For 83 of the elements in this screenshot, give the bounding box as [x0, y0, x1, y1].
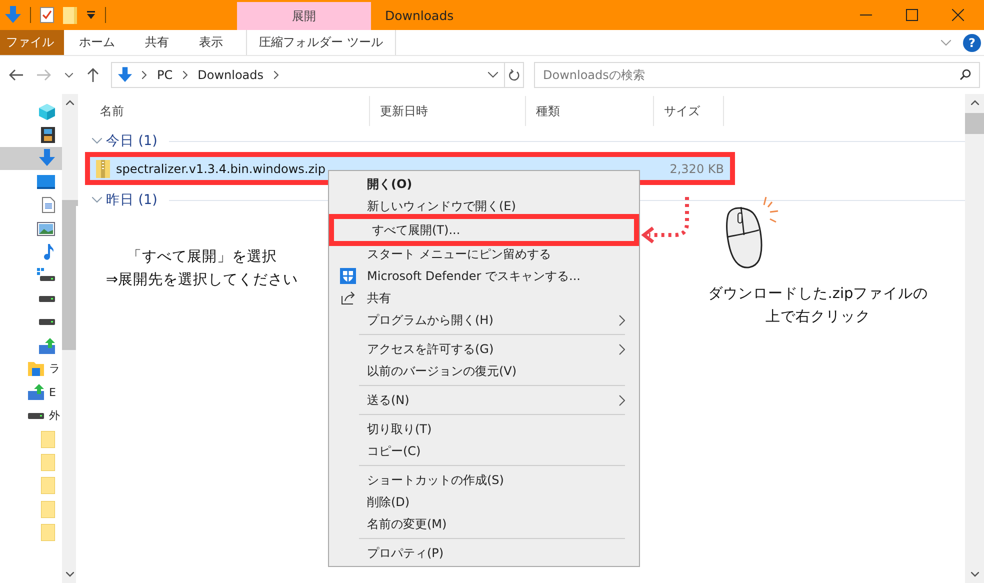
- ribbon-tab[interactable]: 圧縮フォルダー ツール: [246, 30, 396, 55]
- breadcrumb-chevron-icon[interactable]: [274, 71, 279, 79]
- window-title: Downloads: [384, 6, 454, 24]
- library-folder-icon: [28, 362, 44, 376]
- instruction-text: ダウンロードした.zipファイルの 上で右クリック: [706, 285, 930, 327]
- group-header[interactable]: 今日 (1): [106, 132, 158, 150]
- history-chevron-icon[interactable]: [65, 72, 73, 78]
- menu-item[interactable]: 送る(N): [329, 389, 639, 411]
- breadcrumb-chevron-icon[interactable]: [142, 71, 147, 79]
- menu-item[interactable]: アクセスを許可する(G): [329, 338, 639, 360]
- menu-item[interactable]: 切り取り(T): [329, 418, 639, 440]
- scroll-up-icon[interactable]: [66, 100, 74, 105]
- share-icon: [340, 291, 356, 305]
- maximize-icon[interactable]: [906, 9, 918, 21]
- search-icon: [960, 69, 971, 80]
- folder-icon: [41, 430, 55, 448]
- instruction-text: 「すべて展開」を選択 ⇒展開先を選択してください: [104, 248, 300, 290]
- breadcrumb[interactable]: PC: [157, 68, 173, 82]
- picture-icon: [37, 222, 55, 236]
- menu-item[interactable]: 名前の変更(M): [329, 513, 639, 535]
- document-icon: [42, 197, 55, 214]
- menu-item[interactable]: Microsoft Defender でスキャンする...: [329, 265, 639, 287]
- nav-item[interactable]: E: [0, 380, 62, 404]
- scrollbar[interactable]: [965, 94, 984, 583]
- drive-icon: [39, 319, 55, 326]
- checklist-icon[interactable]: [40, 7, 54, 23]
- folder-icon: [41, 454, 55, 472]
- breadcrumb-chevron-icon[interactable]: [182, 71, 188, 79]
- file-size: 2,320 KB: [670, 162, 724, 176]
- ribbon-tab[interactable]: ホーム: [64, 30, 130, 55]
- menu-item[interactable]: ショートカットの作成(S): [329, 469, 639, 491]
- column-header[interactable]: 名前: [90, 96, 370, 126]
- chevron-down-icon[interactable]: [488, 72, 498, 78]
- drive-icon: [39, 296, 55, 302]
- menu-item[interactable]: 新しいウィンドウで開く(E): [329, 195, 639, 217]
- menu-item[interactable]: コピー(C): [329, 440, 639, 462]
- ribbon-tab[interactable]: 表示: [184, 30, 238, 55]
- scroll-down-icon[interactable]: [970, 572, 978, 577]
- menu-item[interactable]: すべて展開(T)...: [329, 214, 639, 246]
- scroll-up-icon[interactable]: [970, 100, 978, 105]
- scroll-thumb[interactable]: [965, 113, 984, 134]
- search-field[interactable]: Downloadsの検索: [534, 62, 980, 88]
- column-header[interactable]: サイズ: [654, 96, 724, 126]
- folder-icon: [41, 477, 55, 494]
- address-bar[interactable]: PC Downloads: [111, 62, 505, 88]
- menu-item[interactable]: 削除(D): [329, 491, 639, 513]
- zip-folder-icon: [96, 160, 110, 178]
- menu-item[interactable]: プログラムから開く(H): [329, 309, 639, 331]
- menu-item[interactable]: 共有: [329, 287, 639, 309]
- up-arrow-icon[interactable]: [87, 68, 99, 82]
- scrollbar[interactable]: [62, 94, 78, 583]
- cube-icon: [39, 104, 55, 120]
- monitor-icon: [37, 174, 55, 189]
- network-drive-icon: [39, 338, 55, 354]
- scroll-down-icon[interactable]: [66, 572, 74, 577]
- back-arrow-icon[interactable]: [9, 69, 23, 81]
- context-tab-header: 展開: [237, 2, 371, 30]
- menu-item[interactable]: スタート メニューにピン留めする: [329, 243, 639, 265]
- refresh-button[interactable]: [504, 62, 524, 88]
- group-header[interactable]: 昨日 (1): [106, 191, 158, 209]
- drive-icon: [28, 412, 44, 419]
- menu-item[interactable]: 以前のバージョンの復元(V): [329, 360, 639, 382]
- column-header[interactable]: 更新日時: [370, 96, 526, 126]
- help-button[interactable]: ?: [963, 34, 981, 52]
- download-arrow-icon: [39, 149, 55, 168]
- film-icon: [41, 127, 55, 144]
- close-icon[interactable]: [952, 9, 964, 21]
- nav-item[interactable]: ラ: [0, 357, 62, 381]
- column-header[interactable]: 種類: [526, 96, 654, 126]
- breadcrumb[interactable]: Downloads: [198, 68, 264, 82]
- download-arrow-icon: [118, 67, 132, 83]
- network-drive-icon: [28, 384, 44, 400]
- ribbon-tab[interactable]: 共有: [130, 30, 184, 55]
- nav-item[interactable]: 外: [0, 404, 62, 428]
- folder-icon: [41, 500, 55, 518]
- refresh-icon: [508, 69, 520, 81]
- ribbon-tab[interactable]: ファイル: [0, 30, 64, 55]
- folder-icon: [41, 524, 55, 542]
- system-drive-icon: [37, 268, 55, 282]
- music-note-icon: [43, 244, 55, 260]
- shield-icon: [340, 268, 356, 284]
- menu-item[interactable]: プロパティ(P): [329, 542, 639, 564]
- customize-dropdown-icon[interactable]: [86, 10, 96, 20]
